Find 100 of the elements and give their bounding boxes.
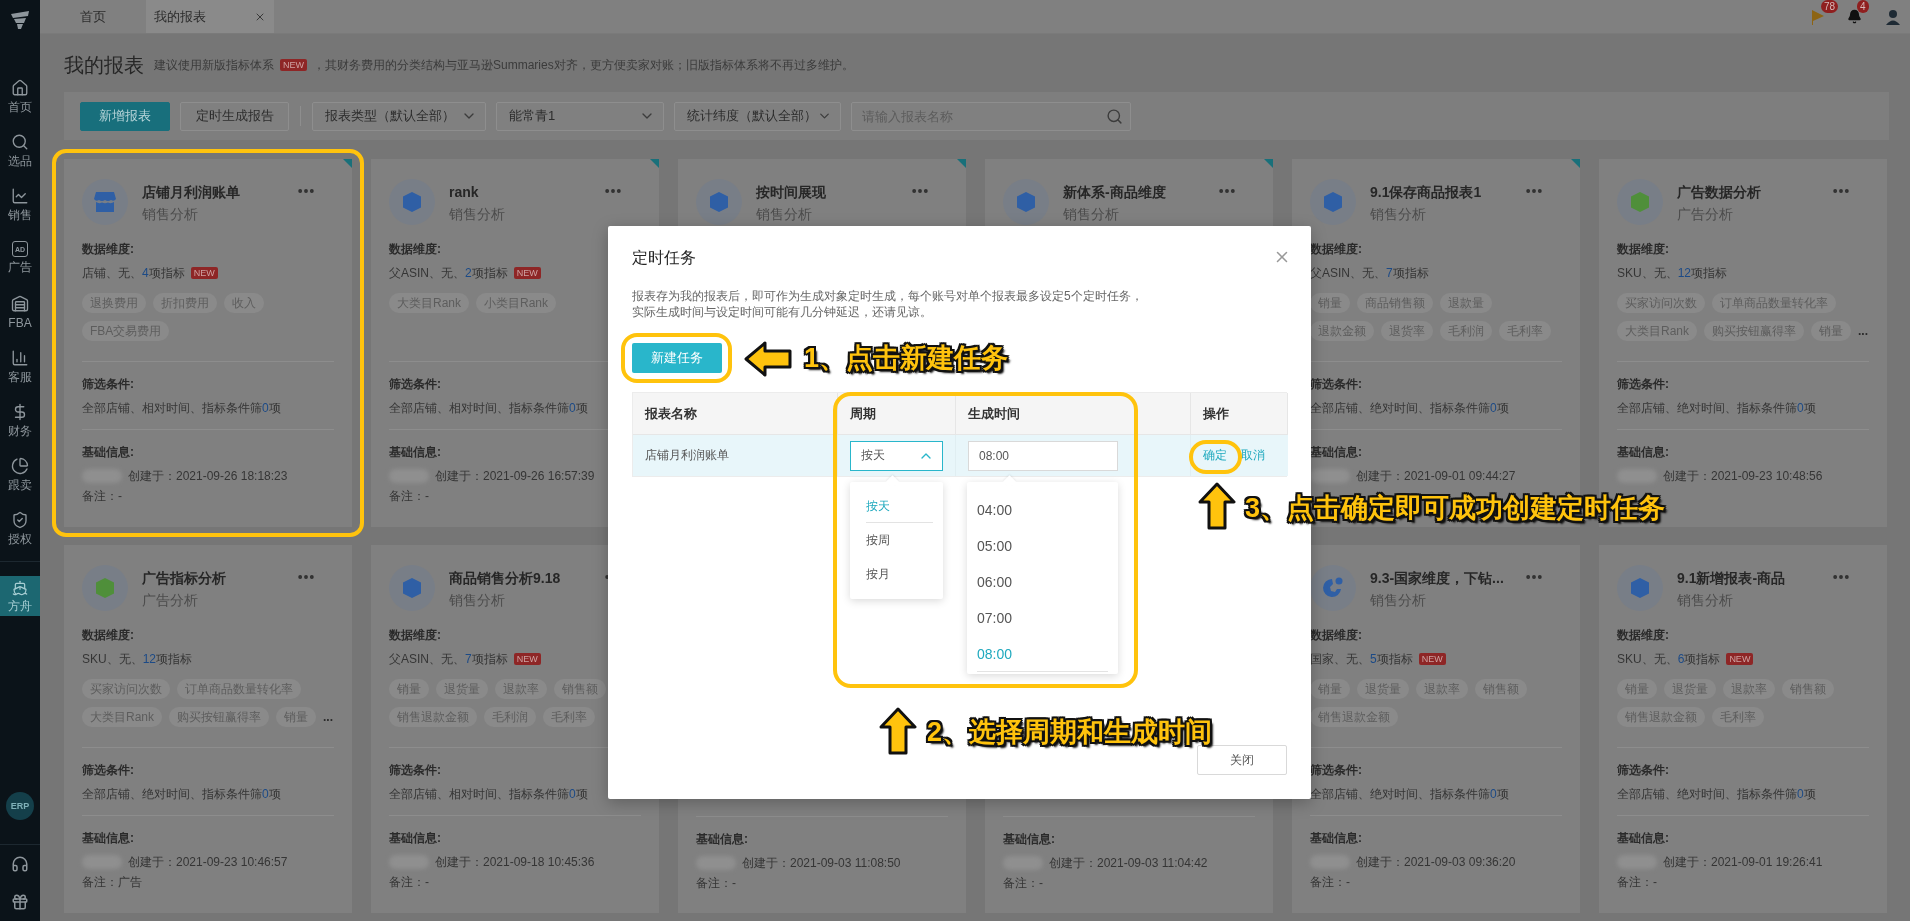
line-chart-icon	[11, 187, 29, 205]
created-time: 创建于：2021-09-26 18:18:23	[128, 468, 288, 485]
table-cell: 店铺月利润账单	[645, 447, 729, 464]
schedule-button[interactable]: 定时生成报告	[180, 101, 289, 131]
page-title: 我的报表	[64, 52, 144, 78]
sidebar-item[interactable]: 授权	[0, 503, 40, 557]
created-time: 创建于：2021-09-03 11:08:50	[742, 855, 901, 872]
period-select[interactable]: 按天	[850, 440, 943, 471]
section-label: 基础信息:	[1310, 830, 1363, 847]
card-title: 广告数据分析	[1677, 183, 1761, 202]
section-label: 数据维度:	[82, 241, 135, 258]
card-title: 商品销售分析9.18	[449, 569, 561, 588]
home-icon	[11, 79, 29, 97]
section-label: 筛选条件:	[1310, 762, 1363, 779]
dropdown-option[interactable]: 07:00	[967, 600, 1118, 636]
new-badge: NEW	[513, 653, 541, 665]
card-title: 店铺月利润账单	[142, 183, 240, 202]
sidebar-item[interactable]: 选品	[0, 125, 40, 179]
card-title: 广告指标分析	[142, 569, 226, 588]
highlight-ring	[1189, 440, 1242, 474]
remark-text: 备注：-	[82, 488, 122, 505]
description-text: 实际生成时间与设定时间可能有几分钟延迟，还请见谅。	[632, 304, 933, 320]
pie-chart-icon	[11, 457, 29, 475]
bell-icon[interactable]	[1847, 9, 1862, 24]
left-arrow-icon	[743, 340, 793, 378]
flag-icon[interactable]	[1811, 8, 1825, 25]
up-arrow-icon	[879, 707, 917, 755]
created-time: 创建于：2021-09-01 19:26:41	[1663, 854, 1823, 871]
filter-text: 全部店铺、绝对时间、指标条件筛0项	[1617, 786, 1816, 803]
dropdown-option[interactable]: 04:00	[967, 492, 1118, 528]
sidebar-item[interactable]: 方舟	[0, 576, 40, 616]
section-label: 基础信息:	[1003, 831, 1056, 848]
warehouse-icon	[11, 295, 29, 313]
section-label: 筛选条件:	[82, 376, 135, 393]
created-time: 创建于：2021-09-26 16:57:39	[435, 468, 595, 485]
new-badge: NEW	[1726, 653, 1754, 665]
filter-select[interactable]: 报表类型（默认全部）	[312, 101, 486, 131]
close-button[interactable]: 关闭	[1197, 745, 1287, 775]
tab[interactable]: 我的报表	[146, 0, 274, 33]
bar-chart-icon	[11, 349, 29, 367]
filter-text: 全部店铺、相对时间、指标条件筛0项	[389, 400, 588, 417]
section-label: 数据维度:	[1617, 627, 1670, 644]
card-title: 新体系-商品维度	[1063, 183, 1166, 202]
section-label: 筛选条件:	[1617, 376, 1670, 393]
search-icon[interactable]	[1106, 107, 1123, 125]
section-label: 基础信息:	[1617, 444, 1670, 461]
section-label: 基础信息:	[82, 444, 135, 461]
section-label: 数据维度:	[389, 627, 442, 644]
dimension-text: SKU、无、6项指标	[1617, 651, 1721, 668]
dimension-text: 国家、无、5项指标	[1310, 651, 1413, 668]
filter-text: 全部店铺、绝对时间、指标条件筛0项	[1310, 400, 1509, 417]
gift-icon[interactable]	[11, 893, 29, 911]
sidebar-item[interactable]: 首页	[0, 71, 40, 125]
card-title: rank	[449, 183, 480, 202]
section-label: 数据维度:	[389, 241, 442, 258]
filter-select[interactable]: 能常青1	[496, 101, 664, 131]
more-tags: ...	[323, 710, 334, 724]
sidebar-item[interactable]: 客服	[0, 341, 40, 395]
sidebar-item[interactable]: 财务	[0, 395, 40, 449]
section-label: 基础信息:	[1310, 444, 1363, 461]
filter-text: 全部店铺、绝对时间、指标条件筛0项	[82, 786, 281, 803]
ship-icon	[12, 580, 28, 596]
sidebar-item[interactable]: FBA	[0, 287, 40, 341]
remark-text: 备注：广告	[82, 874, 142, 891]
dimension-text: 父ASIN、无、7项指标	[389, 651, 508, 668]
remark-text: 备注：-	[1617, 874, 1657, 891]
section-label: 筛选条件:	[1617, 762, 1670, 779]
filter-text: 全部店铺、相对时间、指标条件筛0项	[389, 786, 588, 803]
dimension-text: 父ASIN、无、2项指标	[389, 265, 508, 282]
dialog-title: 定时任务	[632, 248, 696, 268]
more-tags: ...	[1858, 324, 1869, 338]
instruction-caption: 1、点击新建任务	[804, 342, 1009, 375]
created-time: 创建于：2021-09-23 10:46:57	[128, 854, 288, 871]
notification-count: 4	[1857, 0, 1869, 13]
section-label: 筛选条件:	[82, 762, 135, 779]
avatar-icon[interactable]	[1884, 7, 1902, 26]
erp-badge[interactable]: ERP	[6, 792, 34, 820]
add-report-button[interactable]: 新增报表	[80, 101, 170, 131]
created-time: 创建于：2021-09-03 11:04:42	[1049, 855, 1208, 872]
dropdown-option[interactable]: 按月	[850, 557, 943, 591]
remark-text: 备注：-	[389, 488, 429, 505]
created-time: 创建于：2021-09-23 10:48:56	[1663, 468, 1823, 485]
dropdown-option[interactable]: 按周	[850, 523, 943, 557]
filter-select[interactable]: 统计纬度（默认全部）	[674, 101, 841, 131]
column-header: 生成时间	[956, 393, 1191, 435]
dropdown-option[interactable]: 05:00	[967, 528, 1118, 564]
card-title: 9.3-国家维度，下钻...	[1370, 569, 1504, 588]
remark-text: 备注：-	[389, 874, 429, 891]
dropdown-option[interactable]: 06:00	[967, 564, 1118, 600]
section-label: 筛选条件:	[389, 376, 442, 393]
filter-text: 全部店铺、绝对时间、指标条件筛0项	[1310, 786, 1509, 803]
sidebar-item[interactable]: 销售	[0, 179, 40, 233]
new-badge: NEW	[513, 267, 541, 279]
blurred-name	[1310, 469, 1350, 483]
headset-icon[interactable]	[11, 855, 29, 873]
time-field[interactable]: 08:00	[968, 440, 1118, 471]
section-label: 基础信息:	[389, 444, 442, 461]
sidebar-item[interactable]: 跟卖	[0, 449, 40, 503]
section-label: 数据维度:	[82, 627, 135, 644]
dimension-text: SKU、无、12项指标	[1617, 265, 1728, 282]
